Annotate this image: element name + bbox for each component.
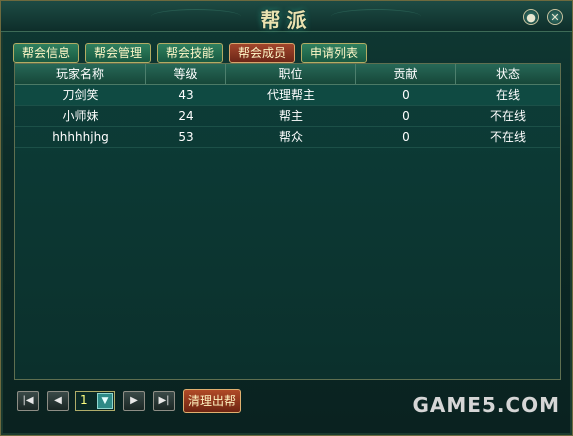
tab-guild-management[interactable]: 帮会管理 [85,43,151,63]
member-level: 24 [178,109,194,123]
member-contribution: 0 [402,130,410,144]
page-select[interactable]: 1 ▼ [75,391,115,411]
column-header-status[interactable]: 状态 [456,64,560,84]
member-status: 不在线 [489,109,526,123]
column-header-level[interactable]: 等级 [146,64,226,84]
member-position: 代理帮主 [266,88,315,102]
member-status: 不在线 [489,130,526,144]
first-page-icon[interactable]: |◀ [17,391,39,411]
close-icon[interactable]: ✕ [547,9,563,25]
table-row[interactable]: 小师妹 24 帮主 0 不在线 [15,106,560,127]
title-bar: 帮派 ● ✕ [1,1,572,32]
member-status: 在线 [495,88,520,102]
member-position: 帮众 [278,130,303,144]
member-name: hhhhhjhg [52,130,109,144]
member-level: 43 [178,88,194,102]
column-header-name[interactable]: 玩家名称 [15,64,146,84]
clear-member-button[interactable]: 清理出帮 [183,389,241,413]
member-contribution: 0 [402,88,410,102]
prev-page-icon[interactable]: ◀ [47,391,69,411]
tab-application-list[interactable]: 申请列表 [301,43,367,63]
last-page-icon[interactable]: ▶| [153,391,175,411]
members-panel: 玩家名称 等级 职位 贡献 状态 刀剑笑 43 代理帮主 0 在线 小师妹 24… [14,63,561,380]
member-position: 帮主 [278,109,303,123]
watermark-logo: GAME5.COM [412,393,560,417]
table-row[interactable]: 刀剑笑 43 代理帮主 0 在线 [15,85,560,106]
member-level: 53 [178,130,194,144]
window-title: 帮派 [260,8,313,32]
tab-guild-skills[interactable]: 帮会技能 [157,43,223,63]
column-header-contribution[interactable]: 贡献 [356,64,456,84]
tab-guild-info[interactable]: 帮会信息 [13,43,79,63]
table-row[interactable]: hhhhhjhg 53 帮众 0 不在线 [15,127,560,148]
chevron-down-icon[interactable]: ▼ [97,393,113,409]
member-name: 刀剑笑 [62,88,99,102]
table-header: 玩家名称 等级 职位 贡献 状态 [15,64,560,85]
current-page: 1 [80,393,88,407]
tab-guild-members[interactable]: 帮会成员 [229,43,295,63]
member-contribution: 0 [402,109,410,123]
member-name: 小师妹 [62,109,99,123]
next-page-icon[interactable]: ▶ [123,391,145,411]
column-header-position[interactable]: 职位 [226,64,356,84]
help-icon[interactable]: ● [523,9,539,25]
guild-window: 帮派 ● ✕ 帮会信息 帮会管理 帮会技能 帮会成员 申请列表 玩家名称 等级 … [0,0,573,436]
